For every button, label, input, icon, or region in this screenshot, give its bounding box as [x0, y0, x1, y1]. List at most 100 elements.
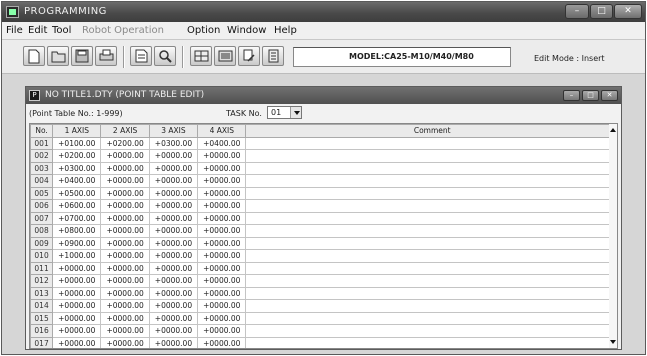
axis-3-cell[interactable]: +0000.00: [148, 224, 199, 238]
axis-2-cell[interactable]: +0200.00: [100, 136, 150, 150]
axis-4-cell[interactable]: +0000.00: [197, 174, 247, 188]
menu-option[interactable]: Option: [187, 25, 220, 36]
axis-1-cell[interactable]: +0000.00: [52, 336, 102, 348]
axis-2-cell[interactable]: +0000.00: [100, 249, 150, 263]
axis-2-cell[interactable]: +0000.00: [100, 261, 150, 275]
comment-cell[interactable]: [245, 199, 617, 213]
axis-3-cell[interactable]: +0000.00: [148, 199, 199, 213]
axis-3-cell[interactable]: +0000.00: [148, 236, 199, 250]
point-table-grid[interactable]: No. 1 AXIS 2 AXIS 3 AXIS 4 AXIS Comment …: [29, 123, 618, 349]
table-row[interactable]: 004 +0400.00 +0000.00 +0000.00 +0000.00: [30, 174, 617, 188]
child-minimize-button[interactable]: –: [563, 90, 580, 101]
axis-3-cell[interactable]: +0000.00: [148, 161, 199, 175]
table-row[interactable]: 016 +0000.00 +0000.00 +0000.00 +0000.00: [30, 324, 617, 338]
axis-4-cell[interactable]: +0000.00: [197, 186, 247, 200]
comment-cell[interactable]: [245, 224, 617, 238]
table-row[interactable]: 017 +0000.00 +0000.00 +0000.00 +0000.00: [30, 336, 617, 348]
axis-4-cell[interactable]: +0000.00: [197, 224, 247, 238]
axis-2-cell[interactable]: +0000.00: [100, 336, 150, 348]
minimize-button[interactable]: –: [565, 4, 589, 19]
axis-1-cell[interactable]: +0300.00: [52, 161, 102, 175]
axis-3-cell[interactable]: +0000.00: [148, 336, 199, 348]
robot-tool-button-1[interactable]: [190, 46, 212, 66]
column-header-axis-4[interactable]: 4 AXIS: [197, 124, 247, 138]
menu-robot-operation[interactable]: Robot Operation: [82, 25, 164, 36]
comment-cell[interactable]: [245, 261, 617, 275]
axis-1-cell[interactable]: +0200.00: [52, 149, 102, 163]
scroll-down-icon[interactable]: [610, 340, 616, 344]
comment-cell[interactable]: [245, 211, 617, 225]
axis-4-cell[interactable]: +0000.00: [197, 261, 247, 275]
menu-window[interactable]: Window: [227, 25, 266, 36]
axis-2-cell[interactable]: +0000.00: [100, 274, 150, 288]
vertical-scrollbar[interactable]: [609, 124, 617, 348]
child-restore-button[interactable]: □: [582, 90, 599, 101]
table-row[interactable]: 006 +0600.00 +0000.00 +0000.00 +0000.00: [30, 199, 617, 213]
axis-4-cell[interactable]: +0000.00: [197, 274, 247, 288]
comment-cell[interactable]: [245, 149, 617, 163]
axis-2-cell[interactable]: +0000.00: [100, 286, 150, 300]
chevron-down-icon[interactable]: [290, 107, 301, 118]
robot-tool-button-2[interactable]: [214, 46, 236, 66]
axis-2-cell[interactable]: +0000.00: [100, 299, 150, 313]
axis-1-cell[interactable]: +0600.00: [52, 199, 102, 213]
new-file-button[interactable]: [23, 46, 45, 66]
axis-4-cell[interactable]: +0000.00: [197, 324, 247, 338]
table-row[interactable]: 007 +0700.00 +0000.00 +0000.00 +0000.00: [30, 211, 617, 225]
axis-1-cell[interactable]: +0900.00: [52, 236, 102, 250]
table-row[interactable]: 009 +0900.00 +0000.00 +0000.00 +0000.00: [30, 236, 617, 250]
comment-cell[interactable]: [245, 249, 617, 263]
axis-1-cell[interactable]: +0700.00: [52, 211, 102, 225]
axis-1-cell[interactable]: +0000.00: [52, 299, 102, 313]
axis-3-cell[interactable]: +0000.00: [148, 211, 199, 225]
axis-4-cell[interactable]: +0000.00: [197, 211, 247, 225]
axis-2-cell[interactable]: +0000.00: [100, 236, 150, 250]
title-bar[interactable]: PROGRAMMING – □ ✕: [2, 2, 645, 22]
axis-4-cell[interactable]: +0000.00: [197, 286, 247, 300]
axis-3-cell[interactable]: +0000.00: [148, 274, 199, 288]
axis-2-cell[interactable]: +0000.00: [100, 161, 150, 175]
column-header-comment[interactable]: Comment: [245, 124, 617, 138]
search-button[interactable]: [154, 46, 176, 66]
column-header-axis-1[interactable]: 1 AXIS: [52, 124, 102, 138]
save-button[interactable]: [71, 46, 93, 66]
comment-cell[interactable]: [245, 286, 617, 300]
axis-2-cell[interactable]: +0000.00: [100, 186, 150, 200]
axis-2-cell[interactable]: +0000.00: [100, 311, 150, 325]
axis-1-cell[interactable]: +0500.00: [52, 186, 102, 200]
menu-file[interactable]: File: [6, 25, 23, 36]
table-row[interactable]: 015 +0000.00 +0000.00 +0000.00 +0000.00: [30, 311, 617, 325]
axis-1-cell[interactable]: +0000.00: [52, 261, 102, 275]
axis-3-cell[interactable]: +0000.00: [148, 324, 199, 338]
comment-cell[interactable]: [245, 236, 617, 250]
menu-help[interactable]: Help: [274, 25, 297, 36]
close-button[interactable]: ✕: [614, 4, 642, 19]
axis-3-cell[interactable]: +0000.00: [148, 299, 199, 313]
table-row[interactable]: 003 +0300.00 +0000.00 +0000.00 +0000.00: [30, 161, 617, 175]
comment-cell[interactable]: [245, 161, 617, 175]
axis-1-cell[interactable]: +0100.00: [52, 136, 102, 150]
axis-2-cell[interactable]: +0000.00: [100, 324, 150, 338]
axis-4-cell[interactable]: +0000.00: [197, 161, 247, 175]
robot-tool-button-4[interactable]: [262, 46, 284, 66]
axis-1-cell[interactable]: +0000.00: [52, 286, 102, 300]
comment-cell[interactable]: [245, 336, 617, 348]
axis-4-cell[interactable]: +0000.00: [197, 299, 247, 313]
axis-1-cell[interactable]: +1000.00: [52, 249, 102, 263]
axis-3-cell[interactable]: +0300.00: [148, 136, 199, 150]
axis-2-cell[interactable]: +0000.00: [100, 199, 150, 213]
axis-4-cell[interactable]: +0000.00: [197, 149, 247, 163]
child-close-button[interactable]: ✕: [601, 90, 618, 101]
table-row[interactable]: 008 +0800.00 +0000.00 +0000.00 +0000.00: [30, 224, 617, 238]
table-row[interactable]: 010 +1000.00 +0000.00 +0000.00 +0000.00: [30, 249, 617, 263]
comment-cell[interactable]: [245, 136, 617, 150]
column-header-axis-3[interactable]: 3 AXIS: [148, 124, 199, 138]
child-title-bar[interactable]: P NO TITLE1.DTY (POINT TABLE EDIT) – □ ✕: [26, 87, 621, 104]
axis-2-cell[interactable]: +0000.00: [100, 174, 150, 188]
axis-3-cell[interactable]: +0000.00: [148, 249, 199, 263]
comment-cell[interactable]: [245, 299, 617, 313]
axis-1-cell[interactable]: +0800.00: [52, 224, 102, 238]
axis-3-cell[interactable]: +0000.00: [148, 286, 199, 300]
axis-1-cell[interactable]: +0400.00: [52, 174, 102, 188]
axis-4-cell[interactable]: +0000.00: [197, 236, 247, 250]
